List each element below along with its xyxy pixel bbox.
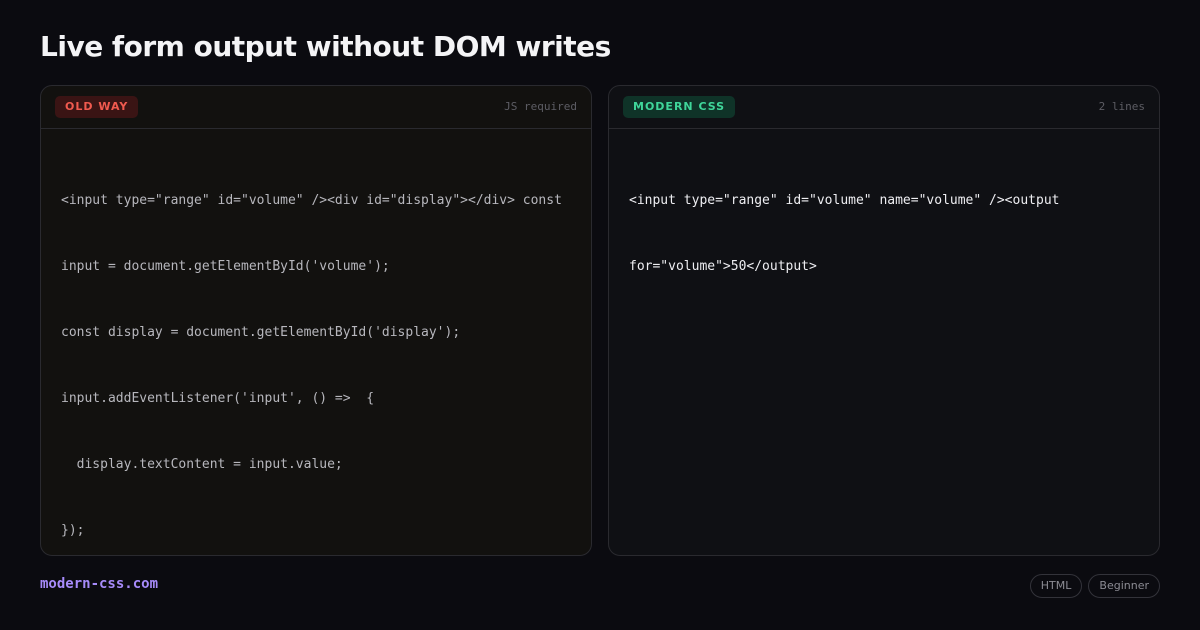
modern-css-panel: MODERN CSS 2 lines <input type="range" i…	[608, 85, 1160, 556]
old-way-code-block: <input type="range" id="volume" /><div i…	[61, 146, 573, 555]
tag-beginner[interactable]: Beginner	[1088, 574, 1160, 598]
code-line: input = document.getElementById('volume'…	[61, 259, 390, 274]
tag-list: HTML Beginner	[1029, 574, 1160, 598]
old-way-panel: OLD WAY JS required <input type="range" …	[40, 85, 592, 556]
tag-html[interactable]: HTML	[1029, 574, 1083, 598]
code-line: <input type="range" id="volume" /><div i…	[61, 193, 562, 208]
code-line: display.textContent = input.value;	[61, 457, 343, 472]
modern-css-panel-header: MODERN CSS 2 lines	[609, 86, 1159, 129]
old-way-meta: JS required	[504, 100, 577, 113]
modern-css-meta: 2 lines	[1098, 100, 1145, 113]
site-brand-link[interactable]: modern-css.com	[40, 576, 158, 592]
code-line: for="volume">50</output>	[629, 259, 817, 274]
code-line: });	[61, 523, 85, 538]
modern-css-code-block: <input type="range" id="volume" name="vo…	[629, 146, 1141, 322]
code-line: <input type="range" id="volume" name="vo…	[629, 193, 1060, 208]
code-line: input.addEventListener('input', () => {	[61, 391, 375, 406]
code-line: const display = document.getElementById(…	[61, 325, 461, 340]
modern-css-badge: MODERN CSS	[623, 96, 736, 118]
old-way-badge: OLD WAY	[55, 96, 139, 118]
page-title: Live form output without DOM writes	[40, 30, 611, 63]
old-way-panel-header: OLD WAY JS required	[41, 86, 591, 129]
